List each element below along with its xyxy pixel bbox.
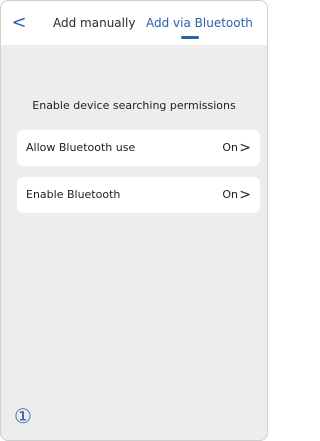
permission-label: Allow Bluetooth use [26, 141, 136, 154]
step-marker: ① [14, 404, 32, 428]
tab-add-via-bluetooth[interactable]: Add via Bluetooth [146, 14, 253, 32]
permission-row-allow-bluetooth[interactable]: Allow Bluetooth use On > [17, 130, 260, 166]
permission-status: On [222, 141, 238, 154]
chevron-right-icon: > [239, 140, 251, 156]
permission-label: Enable Bluetooth [26, 188, 121, 201]
permission-status: On [222, 188, 238, 201]
chevron-left-icon: < [11, 12, 27, 33]
header-bar: < Add manually Add via Bluetooth [1, 1, 267, 45]
permission-row-enable-bluetooth[interactable]: Enable Bluetooth On > [17, 177, 260, 213]
tab-add-manually[interactable]: Add manually [53, 14, 135, 32]
chevron-right-icon: > [239, 187, 251, 203]
active-tab-indicator [181, 36, 199, 39]
section-title: Enable device searching permissions [32, 99, 236, 112]
back-button[interactable]: < [9, 10, 29, 36]
app-screen: < Add manually Add via Bluetooth Enable … [0, 0, 268, 441]
